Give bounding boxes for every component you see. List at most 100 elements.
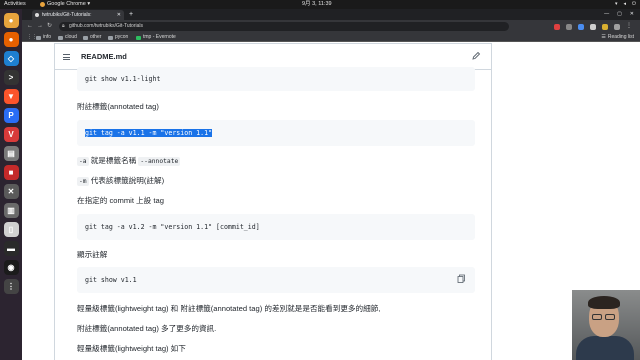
back-icon[interactable]: ←: [27, 20, 33, 33]
copy-icon[interactable]: [457, 274, 466, 283]
extension-icon[interactable]: [566, 24, 572, 30]
network-icon[interactable]: ▾: [615, 0, 618, 9]
person-hair: [588, 296, 620, 309]
person-body: [576, 336, 634, 360]
outline-list-icon[interactable]: [63, 54, 70, 60]
tab-title: twtrubiks/Git-Tutorials:: [42, 12, 92, 18]
volume-icon[interactable]: ◂: [624, 0, 627, 9]
console-icon[interactable]: ▬: [3, 241, 19, 256]
paragraph: 輕量級標籤(lightweight tag) 和 附註標籤(annotated …: [77, 304, 381, 313]
readme-card: README.md git show v1.1-light 附註標籤(annot…: [54, 43, 492, 360]
inline-code: --annotate: [138, 157, 181, 166]
maximize-icon[interactable]: ▢: [617, 9, 622, 20]
vscode-icon[interactable]: ◇: [3, 51, 19, 66]
folder-icon: [108, 35, 113, 40]
bookmarks-bar: ⋮⋮ info cloud other pycon tmp - Evernote…: [22, 33, 640, 42]
webcam-overlay: [572, 290, 640, 360]
clock[interactable]: 9月 3, 11:39: [302, 0, 332, 9]
terminal-icon[interactable]: >: [3, 70, 19, 85]
edit-pencil-icon[interactable]: [471, 51, 481, 61]
new-tab-button[interactable]: +: [129, 9, 133, 20]
extension-icon[interactable]: [614, 24, 620, 30]
app-menu-label: Google Chrome ▾: [47, 1, 91, 7]
paragraph: 在指定的 commit 上設 tag: [77, 196, 164, 205]
paragraph: 顯示註解: [77, 250, 108, 259]
chrome-icon[interactable]: ●: [3, 13, 19, 28]
url-text: github.com/twtrubiks/Git-Tutorials: [69, 23, 144, 29]
show-apps-icon[interactable]: ⋮: [3, 279, 19, 294]
inline-code: -a: [77, 157, 89, 166]
extension-icon[interactable]: [590, 24, 596, 30]
obs-icon[interactable]: ◉: [3, 260, 19, 275]
inline-code: -m: [77, 177, 89, 186]
reading-list-label: Reading list: [607, 34, 634, 40]
bookmark-cloud[interactable]: cloud: [58, 33, 77, 42]
chrome-menu-icon[interactable]: ⋮: [626, 20, 632, 33]
app-icon[interactable]: ■: [3, 165, 19, 180]
paragraph-text: 代表該標籤說明(註解): [88, 176, 165, 185]
glasses-right: [605, 314, 615, 320]
brave-icon[interactable]: ▼: [3, 89, 19, 104]
bookmark-pycon[interactable]: pycon: [108, 33, 128, 42]
system-top-bar: Activities Google Chrome ▾ 9月 3, 11:39 ▾…: [0, 0, 640, 9]
folder-icon: [58, 35, 63, 40]
paragraph-text: 就是標籤名稱: [88, 156, 139, 165]
reload-icon[interactable]: ↻: [47, 20, 52, 33]
extension-icon[interactable]: [554, 24, 560, 30]
chrome-small-icon: [40, 2, 45, 7]
browser-toolbar: ← → ↻ 🔒︎ github.com/twtrubiks/Git-Tutori…: [22, 20, 640, 33]
vivaldi-icon[interactable]: V: [3, 127, 19, 142]
evernote-icon: [136, 35, 141, 40]
address-bar[interactable]: 🔒︎ github.com/twtrubiks/Git-Tutorials: [59, 22, 509, 31]
paragraph: 輕量級標籤(lightweight tag) 如下: [77, 344, 186, 353]
activities-button[interactable]: Activities: [4, 0, 26, 9]
pycharm-icon[interactable]: P: [3, 108, 19, 123]
app-menu[interactable]: Google Chrome ▾: [40, 0, 90, 9]
bookmark-other[interactable]: other: [83, 33, 101, 42]
web-page: README.md git show v1.1-light 附註標籤(annot…: [22, 43, 640, 360]
bookmark-evernote[interactable]: tmp - Evernote: [136, 33, 176, 42]
folder-icon: [36, 35, 41, 40]
code-block[interactable]: git show v1.1-light: [77, 67, 475, 91]
bookmark-info[interactable]: info: [36, 33, 51, 42]
bookmark-label: cloud: [65, 34, 77, 40]
tab-strip: twtrubiks/Git-Tutorials: ✕ + — ▢ ✕: [22, 9, 640, 20]
system-tray[interactable]: ▾ ◂ ⏻: [615, 0, 636, 9]
code-block[interactable]: git tag -a v1.1 -m "version 1.1": [77, 120, 475, 146]
files-icon[interactable]: ▤: [3, 146, 19, 161]
paragraph: 附註標籤(annotated tag): [77, 102, 159, 111]
glasses-left: [592, 314, 602, 320]
reading-list-icon: ☰: [601, 34, 606, 40]
bookmark-label: pycon: [115, 34, 129, 40]
forward-icon[interactable]: →: [37, 20, 43, 33]
paragraph: 附註標籤(annotated tag) 多了更多的資訊.: [77, 324, 217, 333]
extension-icon[interactable]: [602, 24, 608, 30]
bookmark-label: tmp - Evernote: [143, 34, 176, 40]
window-controls: — ▢ ✕: [604, 9, 634, 20]
minimize-icon[interactable]: —: [604, 9, 609, 20]
bookmark-label: info: [43, 34, 52, 40]
dock: ● ● ◇ > ▼ P V ▤ ■ ✕ ▥ ▯ ▬ ◉ ⋮: [0, 9, 22, 360]
extension-icon[interactable]: [578, 24, 584, 30]
github-favicon-icon: [35, 13, 39, 17]
code-block[interactable]: git tag -a v1.2 -m "version 1.1" [commit…: [77, 214, 475, 240]
power-icon[interactable]: ⏻: [632, 0, 636, 9]
text-editor-icon[interactable]: ▯: [3, 222, 19, 237]
extensions-bar: ⋮: [554, 20, 632, 33]
tab-readme[interactable]: twtrubiks/Git-Tutorials: ✕: [32, 10, 124, 20]
tab-close-icon[interactable]: ✕: [117, 10, 121, 20]
lock-icon[interactable]: 🔒︎: [62, 22, 65, 31]
close-window-icon[interactable]: ✕: [630, 9, 634, 20]
code-text: git show v1.1: [85, 276, 137, 284]
paragraph: -a 就是標籤名稱 --annotate: [77, 155, 181, 166]
paragraph: -m 代表該標籤說明(註解): [77, 175, 164, 186]
firefox-icon[interactable]: ●: [3, 32, 19, 47]
tools-icon[interactable]: ✕: [3, 184, 19, 199]
code-text: git show v1.1-light: [85, 75, 161, 83]
code-block[interactable]: git show v1.1: [77, 267, 475, 293]
readme-title: README.md: [81, 52, 127, 61]
image-icon[interactable]: ▥: [3, 203, 19, 218]
bookmark-label: other: [90, 34, 102, 40]
reading-list-button[interactable]: ☰ Reading list: [601, 33, 634, 42]
selected-code-text: git tag -a v1.1 -m "version 1.1": [85, 129, 213, 137]
